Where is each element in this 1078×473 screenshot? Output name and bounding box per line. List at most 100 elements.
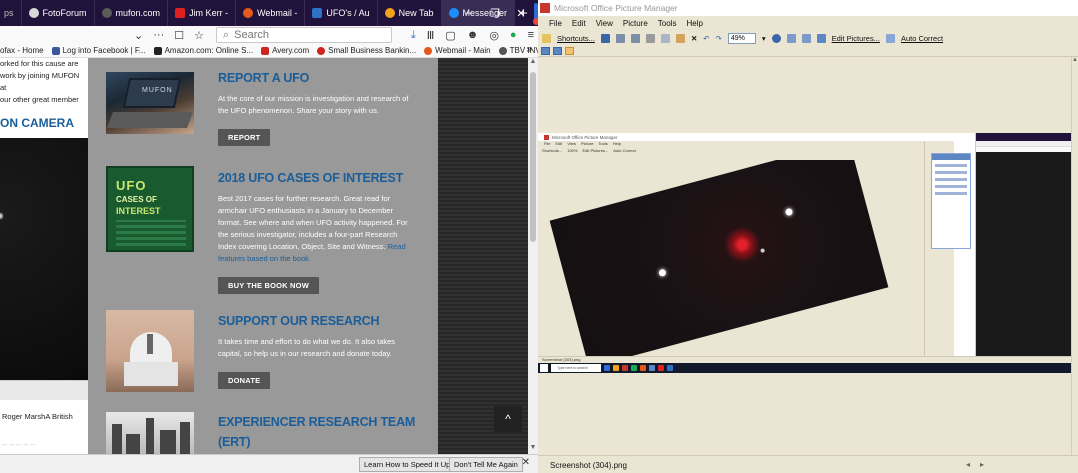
bookmark-item[interactable]: Amazon.com: Online S... xyxy=(153,46,254,55)
donate-button[interactable]: DONATE xyxy=(218,372,271,389)
bookmark-item[interactable]: Log into Facebook | F... xyxy=(51,46,146,55)
actual-size-icon[interactable] xyxy=(801,33,811,43)
card-title-continued[interactable]: (ERT) xyxy=(218,435,251,449)
rotate-right-icon[interactable]: ↷ xyxy=(716,34,722,43)
bookmark-item[interactable]: Avery.com xyxy=(261,46,309,55)
previous-picture-icon[interactable]: ◂ xyxy=(966,460,970,469)
intro-line: orked for this cause are xyxy=(0,59,79,68)
card-title[interactable]: EXPERIENCER RESEARCH TEAM xyxy=(218,415,415,429)
copy-icon[interactable] xyxy=(660,33,670,43)
preview-title: Microsoft Office Picture Manager xyxy=(552,134,618,140)
filmstrip-view-button[interactable] xyxy=(553,47,562,55)
webmail-icon xyxy=(424,46,433,55)
browser-tab[interactable]: Jim Kerr - xyxy=(168,0,237,26)
extension-icon[interactable]: ● xyxy=(510,29,517,41)
bookmark-label: Amazon.com: Online S... xyxy=(164,46,254,55)
email-icon[interactable] xyxy=(630,33,640,43)
close-button[interactable]: ✕ xyxy=(508,7,534,20)
search-placeholder: Search xyxy=(234,29,270,41)
preview-status-bar: Screenshot (303).png xyxy=(538,356,1071,363)
screenshot-icon[interactable]: ◎ xyxy=(489,29,499,42)
url-dropdown-icon[interactable]: ⌄ xyxy=(134,29,143,42)
mufon-icon xyxy=(101,8,112,18)
single-picture-view-button[interactable] xyxy=(565,47,574,55)
downloads-icon[interactable]: ⤓ xyxy=(411,29,416,42)
browser-tab[interactable]: ps xyxy=(0,0,22,26)
intro-line: our other great member xyxy=(0,95,79,104)
screenshot-preview[interactable]: Microsoft Office Picture Manager File Ed… xyxy=(538,133,1071,373)
browser-tab[interactable]: New Tab xyxy=(378,0,442,26)
auto-correct-button[interactable]: Auto Correct xyxy=(901,34,943,43)
city-thumbnail[interactable] xyxy=(106,412,194,454)
scroll-up-icon[interactable]: ▲ xyxy=(1072,57,1078,63)
menu-file[interactable]: File xyxy=(549,19,562,28)
save-icon[interactable] xyxy=(600,33,610,43)
page-scrollbar[interactable]: ▲ ▼ xyxy=(528,58,538,454)
cut-icon[interactable] xyxy=(645,33,655,43)
menu-icon[interactable]: ≡ xyxy=(528,29,534,41)
print-icon[interactable] xyxy=(615,33,625,43)
edit-pictures-icon xyxy=(816,33,826,43)
canvas-scrollbar[interactable]: ▲ xyxy=(1071,57,1078,455)
sidebar-icon[interactable]: ▢ xyxy=(445,29,455,42)
photo-caption-faded: -- -- -- -- -- xyxy=(2,440,36,449)
search-input[interactable]: ⌕ Search xyxy=(216,27,392,43)
scrollbar-thumb[interactable] xyxy=(530,72,536,242)
menu-picture[interactable]: Picture xyxy=(623,19,648,28)
edit-pictures-button[interactable]: Edit Pictures... xyxy=(832,34,880,43)
night-sky-photo[interactable] xyxy=(0,138,88,380)
bookmark-star-icon[interactable]: ☆ xyxy=(194,29,204,42)
scroll-up-icon[interactable]: ▲ xyxy=(529,58,537,68)
laptop-thumbnail[interactable]: MUFON xyxy=(106,72,194,134)
picture-manager-icon xyxy=(540,3,550,13)
account-icon[interactable]: ☻ xyxy=(467,29,479,41)
bookmark-item[interactable]: TBV INV. xyxy=(498,46,538,55)
next-picture-icon[interactable]: ▸ xyxy=(980,460,984,469)
delete-icon[interactable]: ✕ xyxy=(691,34,697,43)
zoom-select[interactable]: 49% xyxy=(727,32,756,44)
bookmark-item[interactable]: ofax - Home xyxy=(0,46,44,55)
bookmark-label: ofax - Home xyxy=(0,46,44,55)
picture-navigation: ◂ ▸ xyxy=(966,460,984,469)
browser-tab[interactable]: FotoForum xyxy=(22,0,95,26)
pocket-icon[interactable]: ☐ xyxy=(174,29,184,42)
menu-help[interactable]: Help xyxy=(686,19,702,28)
bookmarks-overflow-icon[interactable]: » xyxy=(526,44,532,55)
card-title[interactable]: SUPPORT OUR RESEARCH xyxy=(218,314,379,328)
back-to-top-button[interactable]: ^ xyxy=(494,406,522,432)
book-cover-thumbnail[interactable]: UFO CASES OF INTEREST xyxy=(106,166,194,252)
browser-tab[interactable]: mufon.com xyxy=(95,0,169,26)
card-title[interactable]: REPORT A UFO xyxy=(218,71,309,85)
browser-tab[interactable]: Webmail - xyxy=(236,0,306,26)
page-actions-icon[interactable]: ··· xyxy=(153,29,164,41)
bookmark-item[interactable]: Webmail - Main xyxy=(424,46,491,55)
menu-view[interactable]: View xyxy=(596,19,613,28)
menu-edit[interactable]: Edit xyxy=(572,19,586,28)
bookmark-label: Webmail - Main xyxy=(435,46,491,55)
card-title[interactable]: 2018 UFO CASES OF INTEREST xyxy=(218,171,403,185)
observatory-thumbnail[interactable] xyxy=(106,310,194,392)
photo-caption[interactable]: Roger MarshA British xyxy=(2,412,73,421)
rotate-left-icon[interactable]: ↶ xyxy=(703,34,709,43)
maximize-button[interactable]: ❐ xyxy=(482,7,508,20)
dont-tell-button[interactable]: Don't Tell Me Again xyxy=(449,457,523,472)
tab-close-icon[interactable]: ps xyxy=(4,8,14,18)
menu-tools[interactable]: Tools xyxy=(658,19,677,28)
library-icon[interactable]: Ⅲ xyxy=(427,29,435,42)
bookmark-item[interactable]: Small Business Bankin... xyxy=(317,46,416,55)
zoom-in-icon[interactable] xyxy=(771,33,781,43)
learn-speed-button[interactable]: Learn How to Speed It Up xyxy=(359,457,456,472)
scroll-down-icon[interactable]: ▼ xyxy=(529,444,537,454)
report-button[interactable]: REPORT xyxy=(218,129,271,146)
close-icon[interactable]: ✕ xyxy=(522,457,530,468)
preview-app-icon xyxy=(544,134,549,140)
light-point xyxy=(784,207,794,217)
best-fit-icon[interactable] xyxy=(786,33,796,43)
minimize-button[interactable]: – xyxy=(456,7,482,19)
buy-book-button[interactable]: BUY THE BOOK NOW xyxy=(218,277,319,294)
zoom-dropdown-icon[interactable]: ▾ xyxy=(762,34,766,43)
thumbnail-view-button[interactable] xyxy=(541,47,550,55)
shortcuts-button[interactable]: Shortcuts... xyxy=(557,34,595,43)
browser-tab[interactable]: UFO's / Au xyxy=(305,0,378,26)
paste-icon[interactable] xyxy=(675,33,685,43)
